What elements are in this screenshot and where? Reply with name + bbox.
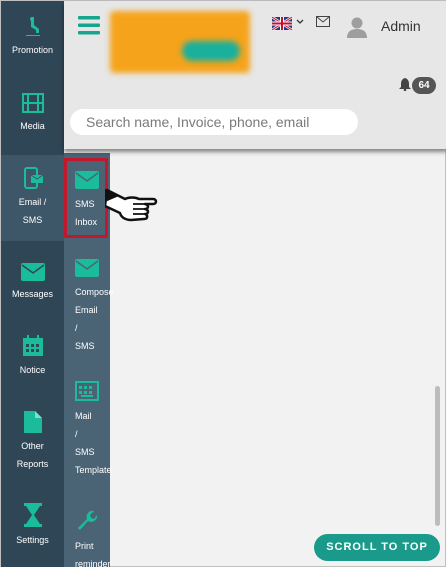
notification-count-badge[interactable]: 64 <box>412 77 436 94</box>
wrench-icon <box>78 510 97 530</box>
envelope-icon <box>75 259 99 277</box>
sidebar-item-other-reports[interactable]: Other Reports <box>1 411 64 477</box>
main-sidebar: Promotion Media Email / SMS Messages Not… <box>1 1 64 567</box>
submenu-item-label: Mail / SMS Template <box>75 411 112 475</box>
search-input[interactable] <box>70 109 358 135</box>
sidebar-item-notice[interactable]: Notice <box>1 335 64 385</box>
keyboard-icon <box>75 381 99 401</box>
hamburger-menu-icon[interactable] <box>78 15 100 35</box>
promo-banner-button[interactable] <box>182 41 240 61</box>
submenu-item-compose[interactable]: Compose Email / SMS <box>64 259 114 355</box>
top-header: Admin 64 <box>64 1 446 149</box>
submenu-item-label: Compose Email / SMS <box>75 287 114 351</box>
submenu-item-print-reminder[interactable]: Print reminder <box>64 509 111 567</box>
file-icon <box>23 411 42 433</box>
user-name[interactable]: Admin <box>381 18 421 34</box>
envelope-icon <box>20 263 45 281</box>
chevron-down-icon[interactable] <box>296 19 304 25</box>
sidebar-item-email-sms[interactable]: Email / SMS <box>1 155 64 241</box>
mail-icon[interactable] <box>316 16 330 27</box>
scrollbar[interactable] <box>435 386 440 526</box>
avatar[interactable] <box>346 16 368 38</box>
sidebar-item-messages[interactable]: Messages <box>1 263 64 313</box>
sidebar-item-media[interactable]: Media <box>1 93 64 143</box>
sidebar-item-promotion[interactable]: Promotion <box>1 15 64 73</box>
sidebar-item-label: Messages <box>11 289 54 299</box>
calendar-icon <box>22 335 43 356</box>
uk-flag-icon[interactable] <box>272 17 292 30</box>
sidebar-item-label: Other Reports <box>16 441 49 469</box>
promotion-icon <box>25 17 40 36</box>
sidebar-item-label: Settings <box>16 535 49 545</box>
film-icon <box>21 93 44 113</box>
submenu-item-templates[interactable]: Mail / SMS Template <box>64 381 112 479</box>
sidebar-item-settings[interactable]: Settings <box>1 503 64 553</box>
pointing-hand-icon <box>105 188 158 222</box>
sidebar-item-label: Media <box>20 121 45 131</box>
sidebar-item-label: Promotion <box>11 45 54 55</box>
selection-highlight <box>64 158 108 238</box>
bell-icon[interactable] <box>399 78 411 91</box>
scroll-to-top-button[interactable]: SCROLL TO TOP <box>314 534 440 561</box>
sidebar-item-label: Email / SMS <box>18 197 47 225</box>
sidebar-item-label: Notice <box>19 365 46 375</box>
submenu-item-label: Print reminder <box>75 541 111 567</box>
hourglass-icon <box>23 503 42 527</box>
mobile-mail-icon <box>23 167 43 189</box>
